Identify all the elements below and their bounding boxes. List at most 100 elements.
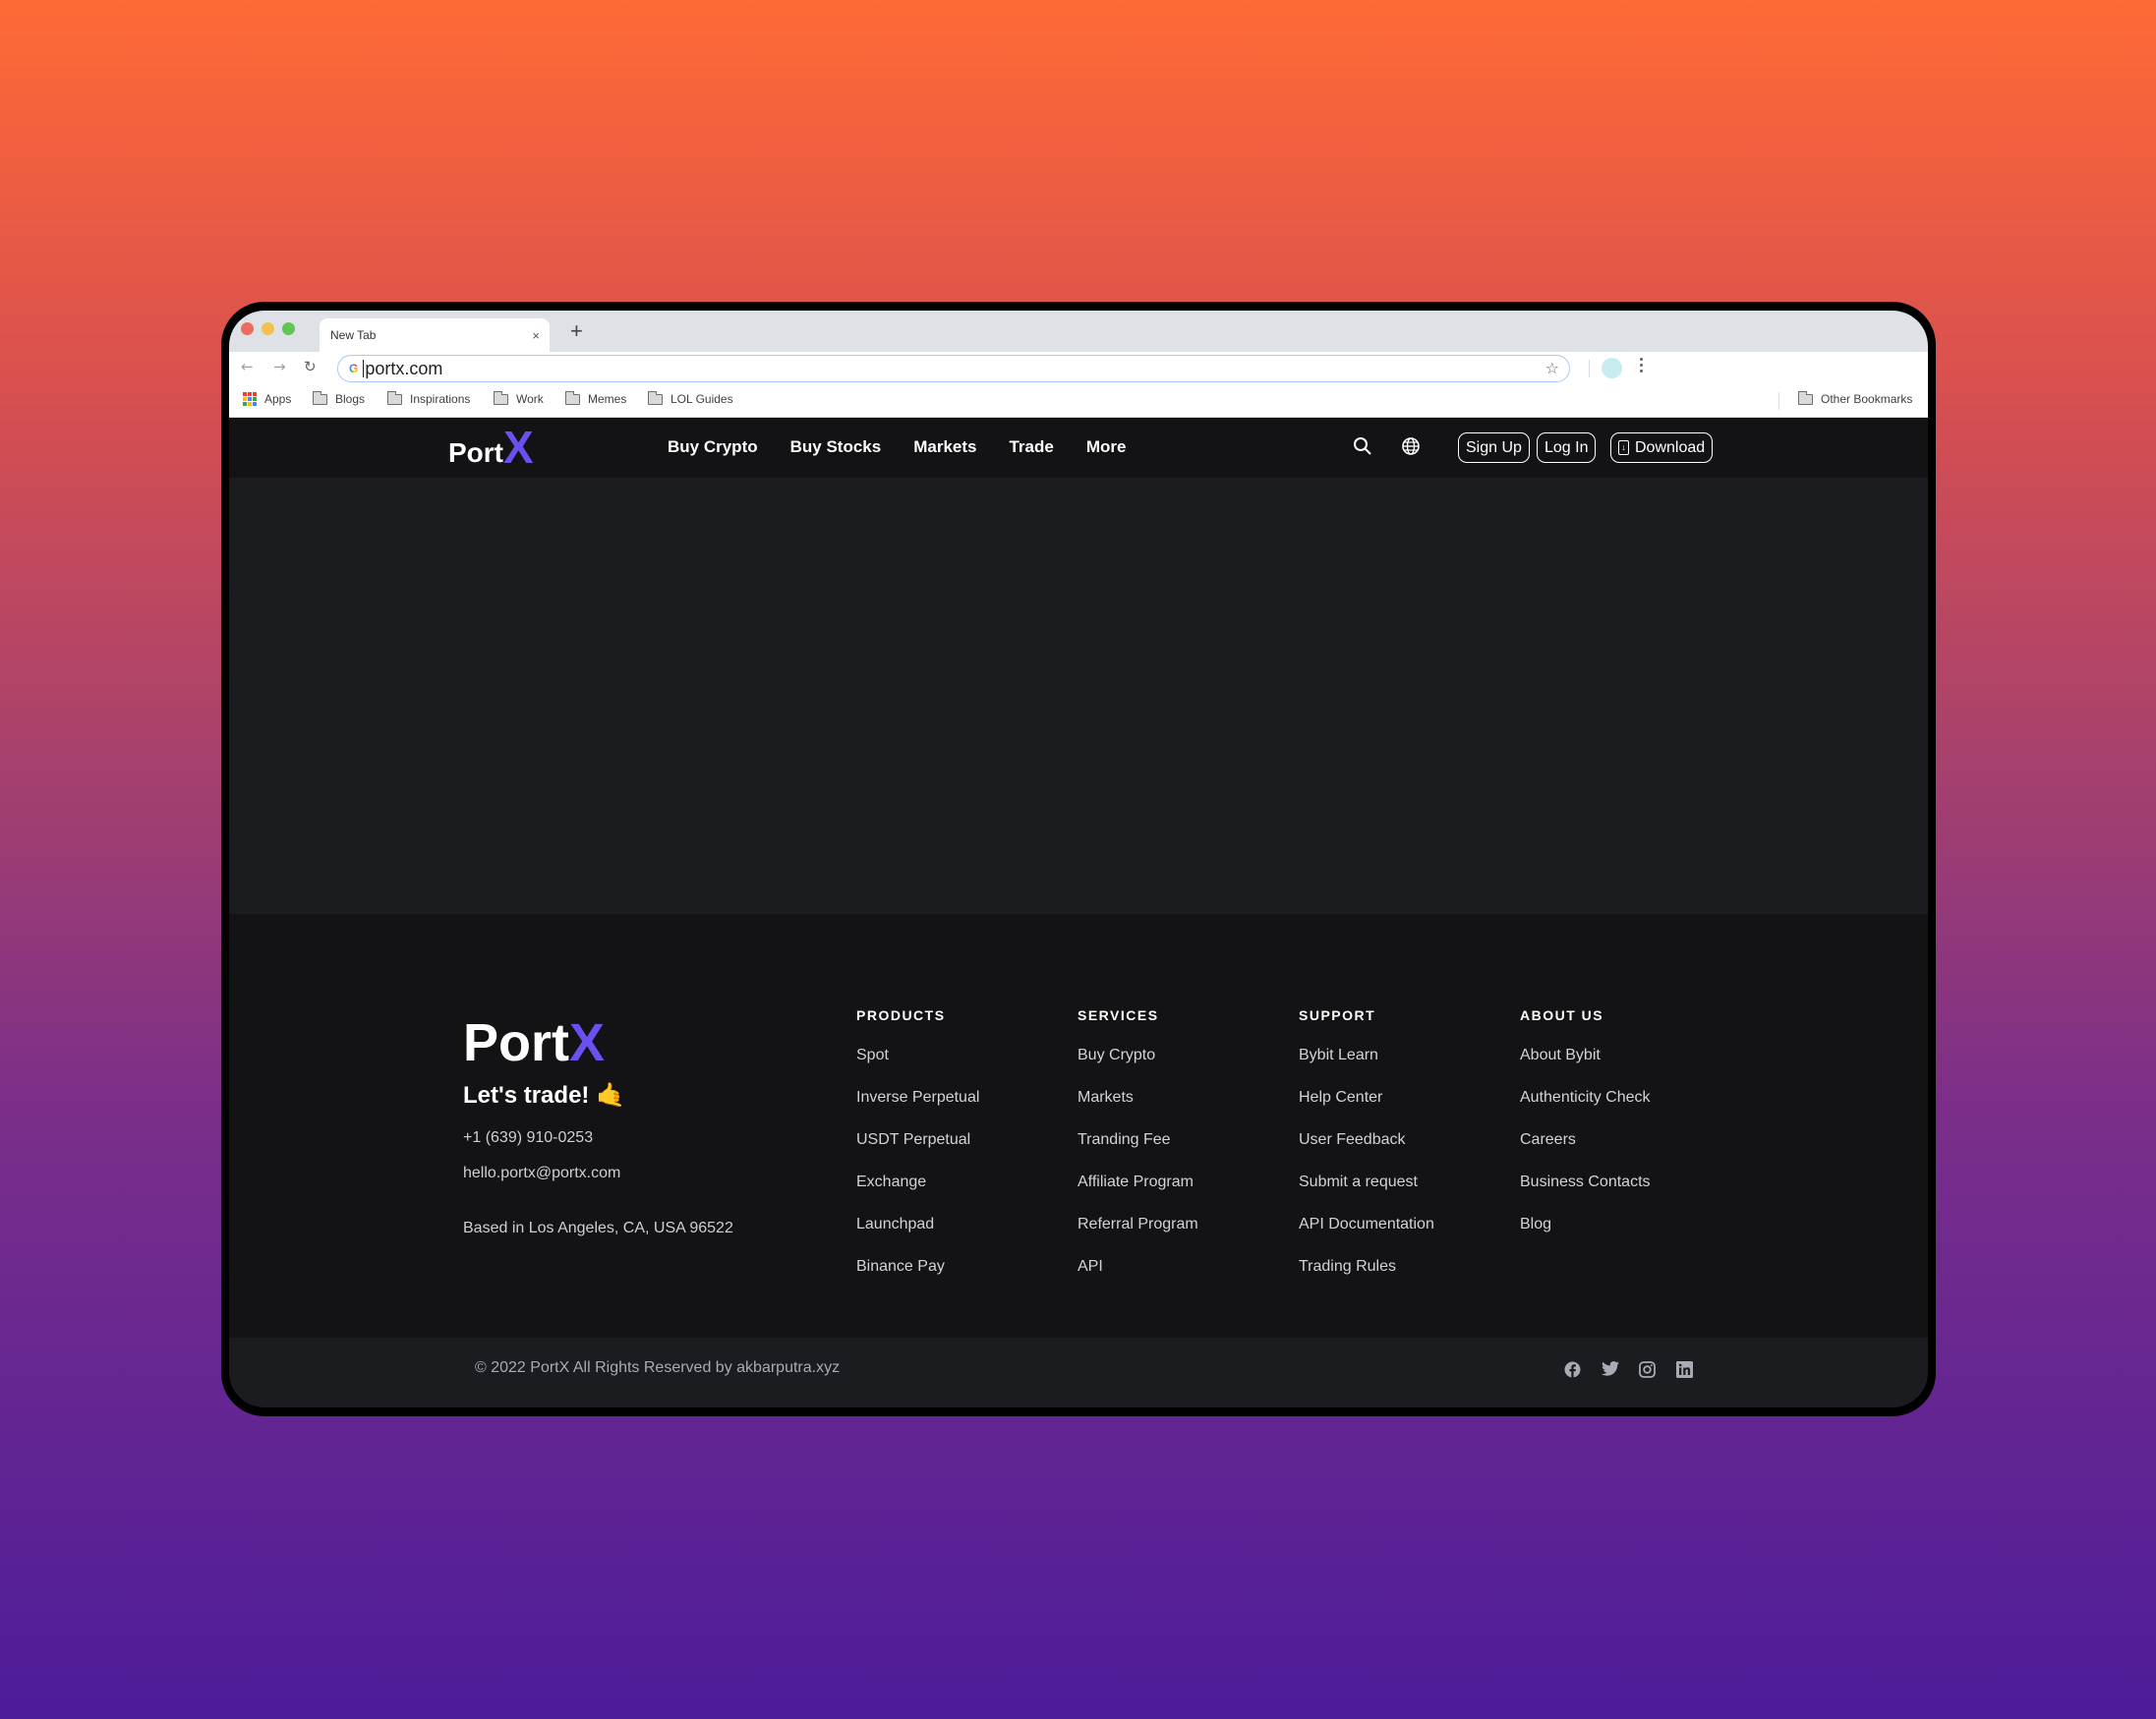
footer-link[interactable]: Trading Rules <box>1299 1258 1434 1300</box>
nav-trade[interactable]: Trade <box>1009 437 1053 457</box>
logo-text: Port <box>448 437 503 468</box>
footer-link[interactable]: Buy Crypto <box>1078 1047 1198 1089</box>
sign-up-label: Sign Up <box>1466 438 1522 456</box>
site-footer: PortX Let's trade! 🤙 +1 (639) 910-0253 h… <box>229 914 1928 1338</box>
close-window-button[interactable] <box>241 322 254 335</box>
minimize-window-button[interactable] <box>262 322 274 335</box>
folder-icon <box>313 390 327 405</box>
footer-link[interactable]: Exchange <box>856 1174 979 1216</box>
bookmark-blogs[interactable]: Blogs <box>313 390 366 406</box>
site-logo[interactable]: Port X <box>448 422 534 473</box>
tab-strip: New Tab × + <box>229 311 1928 352</box>
bookmark-inspirations[interactable]: Inspirations <box>387 390 471 406</box>
footer-link[interactable]: USDT Perpetual <box>856 1131 979 1174</box>
column-title: SERVICES <box>1078 1007 1159 1023</box>
other-bookmarks[interactable]: Other Bookmarks <box>1798 390 1913 406</box>
footer-link[interactable]: API <box>1078 1258 1198 1300</box>
bookmarks-bar: Apps Blogs Inspirations Work Memes LOL G… <box>229 385 1928 418</box>
footer-link[interactable]: Bybit Learn <box>1299 1047 1434 1089</box>
site-header: Port X Buy Crypto Buy Stocks Markets Tra… <box>229 418 1928 478</box>
footer-link[interactable]: Markets <box>1078 1089 1198 1131</box>
bookmark-work[interactable]: Work <box>494 390 544 406</box>
folder-icon <box>494 390 508 405</box>
download-label: Download <box>1635 438 1706 456</box>
footer-link[interactable]: Help Center <box>1299 1089 1434 1131</box>
logo-accent: X <box>569 1013 606 1072</box>
download-icon: ↓ <box>1618 440 1629 455</box>
nav-buy-stocks[interactable]: Buy Stocks <box>790 437 882 457</box>
nav-more[interactable]: More <box>1086 437 1127 457</box>
footer-link[interactable]: API Documentation <box>1299 1216 1434 1258</box>
footer-link[interactable]: Inverse Perpetual <box>856 1089 979 1131</box>
bookmark-apps[interactable]: Apps <box>243 392 291 406</box>
linkedin-icon[interactable] <box>1676 1361 1693 1382</box>
footer-phone[interactable]: +1 (639) 910-0253 <box>463 1129 593 1147</box>
bookmark-label: Memes <box>588 392 627 406</box>
column-title: SUPPORT <box>1299 1007 1376 1023</box>
hero-section <box>229 478 1928 914</box>
new-tab-button[interactable]: + <box>570 320 583 342</box>
footer-link[interactable]: Careers <box>1520 1131 1651 1174</box>
folder-icon <box>1798 390 1813 405</box>
footer-link[interactable]: Binance Pay <box>856 1258 979 1300</box>
profile-avatar[interactable] <box>1602 358 1622 378</box>
folder-icon <box>648 390 663 405</box>
column-title: ABOUT US <box>1520 1007 1604 1023</box>
instagram-icon[interactable] <box>1639 1361 1656 1382</box>
twitter-icon[interactable] <box>1602 1361 1619 1380</box>
apps-grid-icon <box>243 392 257 406</box>
footer-link[interactable]: User Feedback <box>1299 1131 1434 1174</box>
more-menu-icon[interactable] <box>1640 358 1644 372</box>
forward-arrow-icon[interactable]: → <box>273 358 286 375</box>
globe-icon[interactable] <box>1401 436 1421 460</box>
reload-icon[interactable]: ↻ <box>304 358 317 375</box>
facebook-icon[interactable] <box>1564 1361 1581 1382</box>
browser-toolbar: ← → ↻ G portx.com ☆ <box>229 352 1928 385</box>
bookmark-star-icon[interactable]: ☆ <box>1545 359 1559 377</box>
footer-email[interactable]: hello.portx@portx.com <box>463 1165 620 1182</box>
footer-link[interactable]: Launchpad <box>856 1216 979 1258</box>
footer-link[interactable]: About Bybit <box>1520 1047 1651 1089</box>
logo-text: Port <box>463 1013 569 1072</box>
folder-icon <box>387 390 402 405</box>
footer-link[interactable]: Referral Program <box>1078 1216 1198 1258</box>
footer-address: Based in Los Angeles, CA, USA 96522 <box>463 1220 733 1236</box>
log-in-label: Log In <box>1544 438 1589 456</box>
bookmark-label: Apps <box>264 392 292 406</box>
address-bar[interactable]: G portx.com ☆ <box>337 355 1570 382</box>
bookmark-lol-guides[interactable]: LOL Guides <box>648 390 733 406</box>
footer-link[interactable]: Blog <box>1520 1216 1651 1258</box>
bookmark-memes[interactable]: Memes <box>565 390 627 406</box>
footer-link[interactable]: Submit a request <box>1299 1174 1434 1216</box>
bookmark-label: Other Bookmarks <box>1821 392 1913 406</box>
footer-link[interactable]: Affiliate Program <box>1078 1174 1198 1216</box>
maximize-window-button[interactable] <box>282 322 295 335</box>
footer-column-products: PRODUCTS Spot Inverse Perpetual USDT Per… <box>856 1007 979 1300</box>
bookmark-label: Inspirations <box>410 392 471 406</box>
log-in-button[interactable]: Log In <box>1537 432 1597 463</box>
nav-markets[interactable]: Markets <box>913 437 976 457</box>
close-tab-icon[interactable]: × <box>532 328 540 343</box>
column-title: PRODUCTS <box>856 1007 946 1023</box>
sign-up-button[interactable]: Sign Up <box>1458 432 1530 463</box>
footer-link[interactable]: Business Contacts <box>1520 1174 1651 1216</box>
footer-column-services: SERVICES Buy Crypto Markets Tranding Fee… <box>1078 1007 1198 1300</box>
browser-window: New Tab × + ← → ↻ G portx.com ☆ Apps Blo… <box>229 311 1928 1407</box>
bookmark-label: Blogs <box>335 392 366 406</box>
back-arrow-icon[interactable]: ← <box>241 358 254 375</box>
url-text[interactable]: portx.com <box>363 360 442 377</box>
download-button[interactable]: ↓ Download <box>1610 432 1714 463</box>
footer-column-about: ABOUT US About Bybit Authenticity Check … <box>1520 1007 1651 1258</box>
bookmark-label: LOL Guides <box>670 392 733 406</box>
footer-link[interactable]: Authenticity Check <box>1520 1089 1651 1131</box>
google-icon: G <box>349 362 359 375</box>
search-icon[interactable] <box>1353 436 1372 460</box>
footer-logo[interactable]: PortX <box>463 1016 605 1069</box>
toolbar-divider <box>1589 360 1590 377</box>
tab-title: New Tab <box>330 328 377 342</box>
logo-accent: X <box>503 422 534 473</box>
footer-link[interactable]: Spot <box>856 1047 979 1089</box>
nav-buy-crypto[interactable]: Buy Crypto <box>668 437 758 457</box>
browser-tab[interactable]: New Tab × <box>320 318 550 352</box>
footer-link[interactable]: Tranding Fee <box>1078 1131 1198 1174</box>
